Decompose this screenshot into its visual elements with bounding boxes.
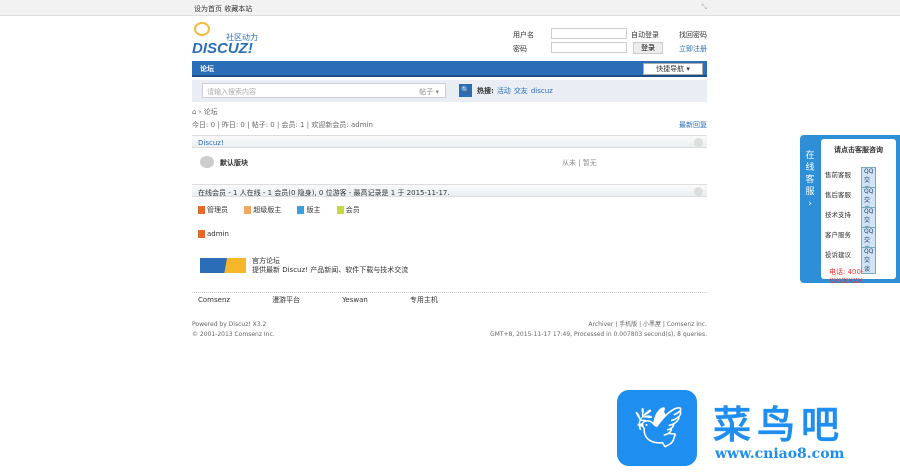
hot-link[interactable]: discuz — [531, 87, 553, 95]
username-input[interactable] — [551, 28, 627, 39]
nav-forum[interactable]: 论坛 — [200, 64, 214, 74]
watermark-url: www.cniao8.com — [715, 446, 845, 462]
legend-item: 版主 — [297, 206, 320, 214]
service-row: 投诉建议 QQ交谈 — [825, 247, 877, 274]
watermark: 🕊 菜鸟吧 www.cniao8.com — [617, 390, 897, 470]
collapse-icon[interactable] — [694, 187, 703, 196]
link-item[interactable]: 漫游平台 — [272, 296, 300, 304]
bird-icon: 🕊 — [633, 405, 684, 451]
link-item[interactable]: 专用主机 — [410, 296, 438, 304]
online-title: 在线会员 - 1 人在线 - 1 会员(0 隐身), 0 位游客 - 最高记录是… — [198, 189, 450, 197]
supermod-icon — [244, 206, 252, 214]
watermark-logo: 🕊 — [617, 390, 697, 466]
logo-bubble-icon — [194, 22, 210, 36]
online-header: 在线会员 - 1 人在线 - 1 会员(0 隐身), 0 位游客 - 最高记录是… — [192, 184, 707, 197]
password-input[interactable] — [551, 42, 627, 53]
auto-login-checkbox[interactable]: 自动登录 — [631, 30, 659, 40]
search-icon[interactable]: 🔍 — [459, 84, 472, 97]
category-header: Discuz! — [192, 135, 707, 148]
register-link[interactable]: 立即注册 — [679, 44, 707, 54]
search-placeholder: 请输入搜索内容 — [207, 88, 256, 96]
footer-links[interactable]: Archiver | 手机版 | 小黑屋 | Comsenz Inc. — [490, 320, 707, 330]
search-type-select[interactable]: 帖子 ▾ — [419, 87, 439, 97]
hot-link[interactable]: 活动 — [497, 87, 511, 95]
logo[interactable]: 社区动力 DISCUZ! — [192, 22, 707, 57]
quick-nav-button[interactable]: 快捷导航 ▾ — [643, 63, 703, 75]
breadcrumb[interactable]: ⌂ › 论坛 — [192, 107, 707, 117]
online-service-panel: 在线客服 › 请点击客服咨询 售前客服QQ交谈 售后客服QQ交谈 技术支持QQ交… — [800, 135, 900, 285]
top-links[interactable]: 设为首页 收藏本站 — [194, 4, 252, 14]
service-phone: 电话: 400-XXXXXXX — [829, 268, 864, 285]
member-icon — [336, 206, 344, 214]
legend-item: 会员 — [336, 206, 360, 214]
hot-label: 热搜: — [477, 87, 494, 95]
expand-icon[interactable]: ⤡ — [701, 3, 707, 12]
admin-icon — [198, 230, 205, 238]
top-bar: 设为首页 收藏本站 ⤡ — [0, 0, 900, 16]
login-button[interactable]: 登录 — [633, 42, 663, 54]
legend-item: 超级版主 — [244, 206, 281, 214]
official-forum-link[interactable]: 官方论坛 — [252, 257, 280, 265]
collapse-icon[interactable] — [694, 138, 703, 147]
link-item[interactable]: Comsenz — [198, 296, 230, 304]
mod-icon — [297, 206, 305, 214]
service-tab[interactable]: 在线客服 › — [803, 150, 817, 210]
footer: Powered by Discuz! X3.2 © 2001-2013 Coms… — [192, 320, 707, 340]
latest-replies-link[interactable]: 最新回复 — [679, 120, 707, 130]
legend-item: 管理员 — [198, 206, 228, 214]
hot-search: 热搜: 活动 交友 discuz — [477, 86, 553, 96]
main-nav: 论坛 快捷导航 ▾ — [192, 61, 707, 77]
service-row: 客户服务QQ交谈 — [825, 227, 877, 254]
service-title: 请点击客服咨询 — [834, 146, 883, 154]
service-row: 技术支持QQ交谈 — [825, 207, 877, 234]
footer-debug: GMT+8, 2015-11-17 17:49, Processed in 0.… — [489, 331, 707, 338]
official-forum-desc: 提供最新 Discuz! 产品新闻、软件下载与技术交流 — [252, 266, 409, 274]
service-row: 售后客服QQ交谈 — [825, 187, 877, 214]
search-input[interactable]: 请输入搜索内容 帖子 ▾ — [202, 83, 446, 98]
forum-name[interactable]: 默认版块 — [220, 158, 248, 168]
online-user[interactable]: admin — [198, 230, 707, 238]
link-item[interactable]: Yeswan — [342, 296, 368, 304]
stats-text: 今日: 0 | 昨日: 0 | 帖子: 0 | 会员: 1 | 欢迎新会员: a… — [192, 121, 373, 129]
forum-row: 默认版块 从未 | 暂无 — [192, 152, 707, 174]
logo-name: DISCUZ! — [192, 40, 253, 57]
admin-icon — [198, 206, 205, 214]
forum-stats: 今日: 0 | 昨日: 0 | 帖子: 0 | 会员: 1 | 欢迎新会员: a… — [192, 120, 707, 130]
hot-link[interactable]: 交友 — [514, 87, 528, 95]
category-title[interactable]: Discuz! — [198, 139, 224, 147]
online-legend: 管理员 超级版主 版主 会员 admin — [192, 205, 707, 238]
watermark-name: 菜鸟吧 — [713, 402, 846, 447]
password-label: 密码 — [513, 45, 527, 53]
search-bar: 请输入搜索内容 帖子 ▾ 🔍 热搜: 活动 交友 discuz — [192, 80, 707, 102]
service-row: 售前客服QQ交谈 — [825, 167, 877, 194]
username-label: 用户名 — [513, 31, 534, 39]
official-forum-logo[interactable] — [200, 258, 246, 273]
forum-last-post: 从未 | 暂无 — [562, 159, 597, 167]
forum-icon — [200, 156, 214, 168]
text-links: Comsenz 漫游平台 Yeswan 专用主机 — [192, 292, 707, 305]
forgot-password-link[interactable]: 找回密码 — [679, 30, 707, 40]
